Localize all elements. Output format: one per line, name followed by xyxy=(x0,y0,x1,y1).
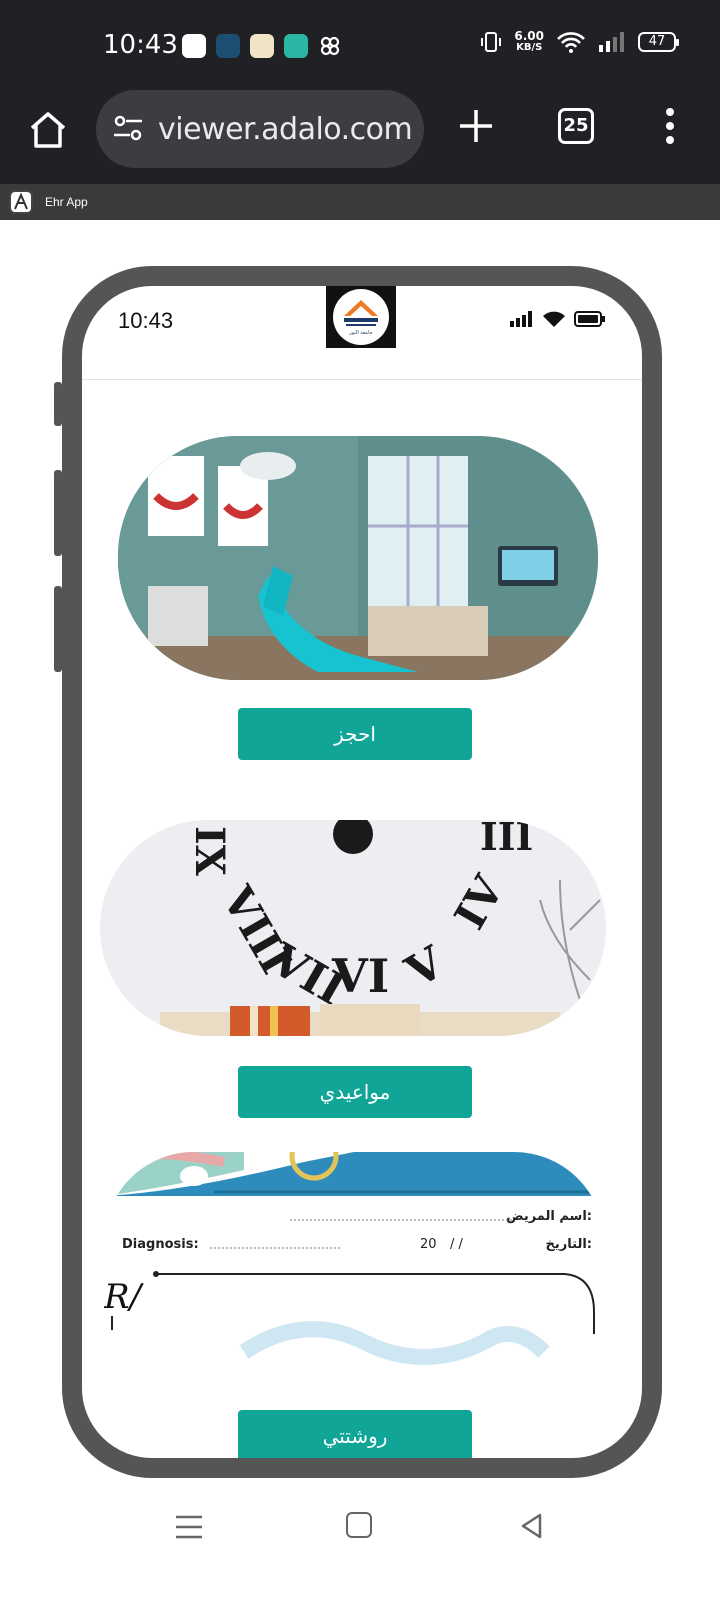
vibrate-icon xyxy=(481,32,502,52)
notification-app-icon xyxy=(250,34,274,58)
phone-frame: 10:43 جامعة النور احجز IX III VIII IV VI… xyxy=(62,266,662,1478)
volume-button xyxy=(54,470,62,556)
diagnosis-label: Diagnosis: xyxy=(122,1237,199,1252)
home-icon[interactable] xyxy=(26,108,70,152)
battery-icon xyxy=(574,311,605,327)
app-banner: Ehr App xyxy=(0,184,720,220)
wifi-icon xyxy=(543,311,565,327)
my-appointments-button[interactable]: مواعيدي xyxy=(238,1066,472,1118)
status-time: 10:43 xyxy=(103,30,178,60)
prescription-image: اسم المريض: التاريخ: 20 / / Diagnosis: R… xyxy=(104,1152,604,1366)
recent-apps-icon[interactable] xyxy=(174,1514,204,1540)
phone-status-icons xyxy=(510,310,606,328)
phone-time: 10:43 xyxy=(118,308,174,333)
pinwheel-icon xyxy=(318,34,342,58)
wall-clock-image: IX III VIII IV VII VI V xyxy=(100,820,606,1036)
dental-clinic-image xyxy=(118,436,598,680)
status-bar: 10:43 6.00 KB/S 47 xyxy=(0,0,720,88)
site-settings-icon[interactable] xyxy=(110,111,146,147)
system-navigation-bar xyxy=(0,1500,720,1600)
volume-button xyxy=(54,382,62,426)
back-icon[interactable] xyxy=(518,1512,546,1540)
rx-symbol: R/ xyxy=(104,1277,145,1317)
network-speed-value: 6.00 xyxy=(514,29,544,43)
phone-status-bar: 10:43 جامعة النور xyxy=(82,286,642,380)
wifi-icon xyxy=(557,32,585,53)
home-nav-icon[interactable] xyxy=(346,1512,372,1538)
date-slashes: / / xyxy=(450,1237,464,1252)
more-options-icon[interactable] xyxy=(664,106,676,146)
network-speed: 6.00 KB/S xyxy=(514,30,544,54)
svg-text:IX: IX xyxy=(186,826,233,876)
tab-switcher-button[interactable]: 25 xyxy=(558,108,594,144)
app-name: Ehr App xyxy=(45,195,88,209)
patient-name-label: اسم المريض: xyxy=(506,1209,592,1224)
notification-app-icon xyxy=(216,34,240,58)
app-screen: 10:43 جامعة النور احجز IX III VIII IV VI… xyxy=(82,286,642,1458)
signal-icon xyxy=(599,32,624,52)
app-icon xyxy=(9,190,33,214)
network-speed-unit: KB/S xyxy=(516,42,543,53)
book-button[interactable]: احجز xyxy=(238,708,472,760)
new-tab-icon[interactable] xyxy=(456,106,496,146)
browser-toolbar: viewer.adalo.com 25 xyxy=(0,88,720,184)
logo-text: جامعة النور xyxy=(348,330,372,336)
address-bar[interactable]: viewer.adalo.com xyxy=(96,90,424,168)
my-prescription-button[interactable]: روشتتي xyxy=(238,1410,472,1458)
signal-icon xyxy=(510,311,532,327)
svg-text:VI: VI xyxy=(331,949,389,1003)
notification-icons xyxy=(182,34,342,58)
notification-app-icon xyxy=(284,34,308,58)
notification-app-icon xyxy=(182,34,206,58)
date-label: التاريخ: xyxy=(546,1237,592,1252)
battery-icon: 47 xyxy=(638,32,679,52)
url-text[interactable]: viewer.adalo.com xyxy=(158,112,412,147)
university-logo: جامعة النور xyxy=(326,286,396,348)
volume-button xyxy=(54,586,62,672)
svg-text:III: III xyxy=(480,820,533,859)
date-year-prefix: 20 xyxy=(420,1237,437,1252)
